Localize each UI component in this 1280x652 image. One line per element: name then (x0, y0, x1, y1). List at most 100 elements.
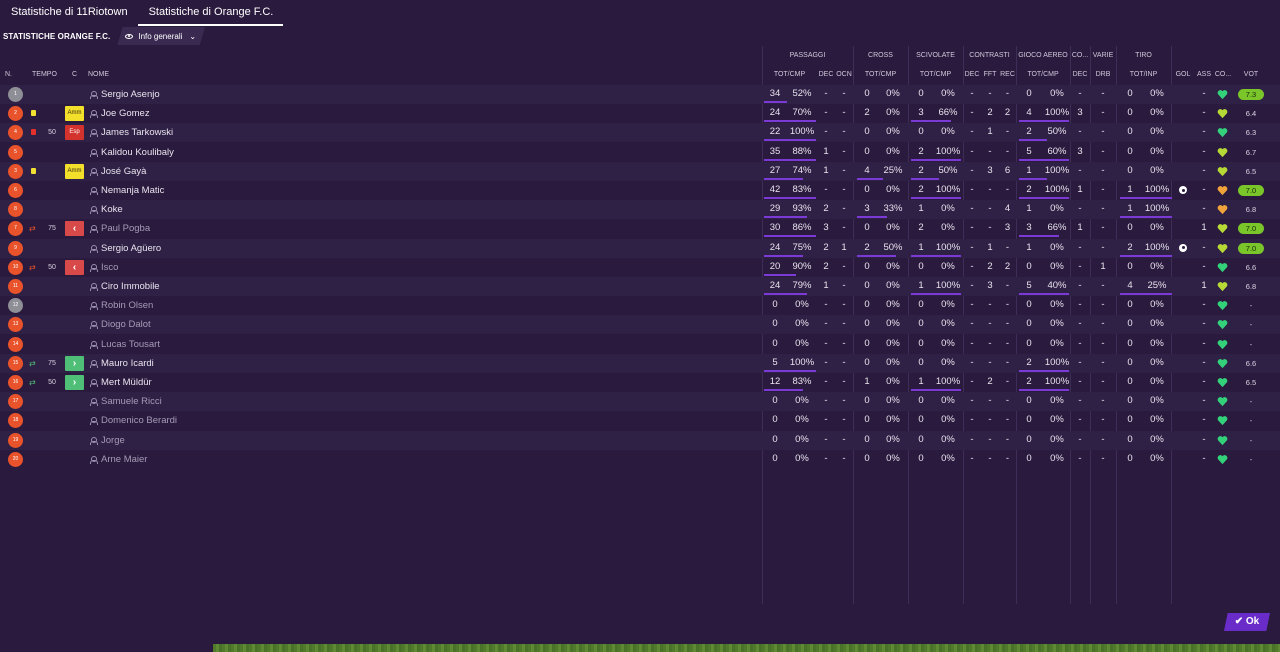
jersey-number: 6 (8, 183, 23, 198)
passes-dec: - (824, 107, 828, 119)
table-row[interactable]: 10 ⇄ 50 ‹ Isco 20 90% 2-0 0% 0 0% -2 2 0 0% -1 0 0% -6.6 (0, 258, 1280, 277)
tackles-total: 0 (918, 260, 924, 272)
group-header: CO... (1071, 52, 1089, 59)
player-name[interactable]: Samuele Ricci (101, 392, 162, 411)
shots-pct: 0% (1150, 395, 1164, 407)
player-name[interactable]: Ciro Immobile (101, 277, 160, 296)
tackles-pct: 0% (941, 414, 955, 426)
table-row[interactable]: 12 Robin Olsen 0 0% - - 0 0% 0 0% - - - 0 0% - - 0 0% - - (0, 296, 1280, 315)
co-value: - (1078, 337, 1082, 349)
progress-bar (1120, 254, 1172, 257)
sub-in-badge: › (65, 355, 84, 371)
passes-ocn: - (842, 184, 846, 195)
contrasts-fft: 2 (987, 260, 993, 272)
group-header: VARIE (1092, 52, 1114, 59)
table-row[interactable]: 14 Lucas Tousart 0 0% - - 0 0% 0 0% - - - 0 0% - - 0 0% - - (0, 335, 1280, 354)
person-icon (90, 283, 98, 291)
player-name[interactable]: Joe Gomez (101, 104, 150, 123)
player-name[interactable]: Isco (101, 258, 118, 277)
passes-total: 0 (772, 414, 778, 426)
player-name[interactable]: Jorge (101, 431, 125, 450)
player-name[interactable]: James Tarkowski (101, 123, 173, 142)
group-header: CONTRASTI (969, 52, 1010, 59)
aerial-pct: 0% (1050, 260, 1064, 272)
dribbles: - (1101, 164, 1105, 176)
ok-button[interactable]: ✔ Ok (1224, 613, 1270, 631)
contrasts-rec: 2 (1004, 107, 1011, 119)
table-row[interactable]: 9 Sergio Agüero 24 75% 2 1 2 50% 1 100% -1-1 0% - -2 1… (0, 238, 1280, 258)
goal-ball-icon (1179, 186, 1187, 194)
rating-badge: - (1249, 397, 1253, 407)
table-row[interactable]: 4 50 Esp James Tarkowski 22 100% - -0 0% 0 0% -1-2 5… (0, 123, 1280, 143)
aerial-pct: 0% (1050, 452, 1064, 464)
table-row[interactable]: 13 Diogo Dalot 0 0% - - 0 0% 0 0% - - - 0 0% - - 0 0% - - (0, 315, 1280, 335)
progress-bar (1019, 158, 1069, 161)
player-name[interactable]: Nemanja Matic (101, 181, 164, 200)
table-row[interactable]: 1 Sergio Asenjo 34 52% - -0 0% 0 0% - - -0 0% - -0 0% -7… (0, 85, 1280, 104)
tab-11riotown-stats[interactable]: Statistiche di 11Riotown (0, 0, 138, 26)
player-name[interactable]: Sergio Agüero (101, 239, 161, 258)
contrasts-fft: 1 (987, 241, 993, 253)
progress-bar (911, 158, 961, 161)
assists: - (1202, 337, 1206, 349)
person-icon (90, 436, 98, 445)
shots-pct: 0% (1150, 164, 1164, 176)
co-value: 3 (1077, 145, 1083, 157)
player-name[interactable]: Paul Pogba (101, 219, 150, 238)
contrasts-rec: - (1005, 88, 1010, 99)
table-row[interactable]: 18 Domenico Berardi 0 0% - - 0 0% 0 0% - - - 0 0% - - 0 0%… (0, 411, 1280, 430)
player-name[interactable]: Diogo Dalot (101, 315, 151, 334)
contrasts-rec: - (1005, 337, 1010, 349)
player-name[interactable]: Lucas Tousart (101, 335, 160, 354)
assists: - (1202, 107, 1206, 119)
heart-icon (1217, 262, 1228, 272)
aerial-total: 0 (1026, 260, 1032, 272)
co-value: - (1078, 452, 1082, 464)
tackles-pct: 0% (941, 126, 955, 138)
contrasts-dec: - (970, 241, 974, 253)
shots-pct: 0% (1150, 318, 1164, 330)
table-row[interactable]: 11 Ciro Immobile 24 79% 1-0 0% 1 100% -3-5 40% - -4… (0, 277, 1280, 296)
contrasts-dec: - (970, 356, 974, 368)
tackles-total: 0 (918, 337, 924, 349)
contrasts-dec: - (970, 414, 974, 426)
view-dropdown[interactable]: Info generali ⌄ (117, 27, 206, 45)
player-name[interactable]: Robin Olsen (101, 296, 153, 315)
heart-icon (1217, 416, 1228, 426)
aerial-total: 1 (1026, 203, 1032, 215)
red-card-icon (31, 129, 36, 136)
table-row[interactable]: 2 Amm Joe Gomez 24 70% - -2 0% 3 66% -2 2 4 100% 3-0 0%… (0, 104, 1280, 123)
table-row[interactable]: 15 ⇄ 75 › Mauro Icardi 5 100% - -0 0% 0 0% - - -2 100% -… (0, 353, 1280, 373)
player-name[interactable]: Kalidou Koulibaly (101, 143, 174, 162)
table-row[interactable]: 5 Kalidou Koulibaly 35 88% 1-0 0% 2 100% - - -5 60%… (0, 143, 1280, 162)
table-row[interactable]: 7 ⇄ 75 ‹ Paul Pogba 30 86% 3-0 0% 2 0% - -3 3 66% 1-0 0%… (0, 219, 1280, 238)
cross-pct: 0% (886, 107, 900, 119)
table-row[interactable]: 16 ⇄ 50 › Mert Müldür 12 83% - -1 0% 1 100% -2-2 100%… (0, 373, 1280, 392)
progress-bar (1019, 369, 1069, 372)
player-name[interactable]: José Gayà (101, 162, 146, 181)
contrasts-fft: - (988, 452, 992, 464)
table-row[interactable]: 19 Jorge 0 0% - - 0 0% 0 0% - - - 0 0% - - 0 0% - - (0, 430, 1280, 450)
aerial-total: 0 (1026, 452, 1032, 464)
assists: - (1202, 395, 1206, 407)
jersey-number: 10 (8, 259, 23, 275)
aerial-pct: 0% (1050, 414, 1064, 426)
heart-icon (1217, 205, 1228, 215)
tab-orange-fc-stats[interactable]: Statistiche di Orange F.C. (137, 0, 284, 26)
player-name[interactable]: Sergio Asenjo (101, 85, 160, 104)
player-name[interactable]: Mauro Icardi (101, 354, 154, 373)
table-row[interactable]: 6 Nemanja Matic 42 83% - -0 0% 2 100% - - -2 100% 1-1… (0, 181, 1280, 200)
player-name[interactable]: Domenico Berardi (101, 411, 177, 430)
table-row[interactable]: 20 Arne Maier 0 0% - - 0 0% 0 0% - - - 0 0% - - 0 0% - - (0, 450, 1280, 469)
jersey-number: 9 (8, 240, 23, 256)
progress-bar (911, 120, 951, 123)
dribbles: - (1101, 337, 1105, 349)
table-row[interactable]: 17 Samuele Ricci 0 0% - - 0 0% 0 0% - - - 0 0% - - 0 0% - - (0, 392, 1280, 412)
player-name[interactable]: Mert Müldür (101, 373, 152, 392)
column-subheader: DEC (964, 71, 980, 78)
table-row[interactable]: 3 Amm José Gayà 27 74% 1-4 25% 2 50% -3 6 1 100% - -0 0… (0, 161, 1280, 181)
table-row[interactable]: 8 Koke 29 93% 2-3 33% 1 0% - -4 1 0% - -1 100% -6.8 (0, 200, 1280, 220)
progress-bar (764, 389, 803, 391)
player-name[interactable]: Koke (101, 200, 123, 219)
player-name[interactable]: Arne Maier (101, 450, 147, 469)
